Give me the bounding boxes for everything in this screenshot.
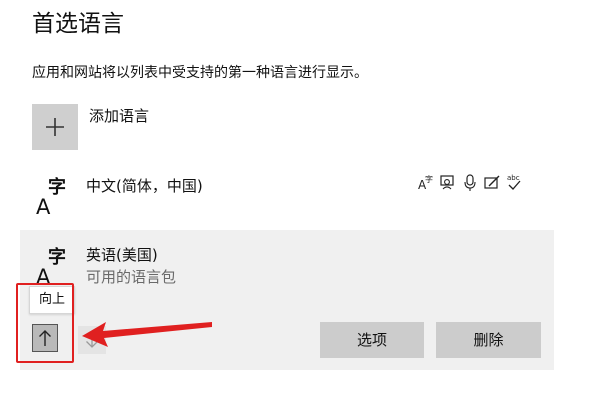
language-icon-a: A [36, 195, 51, 219]
language-icon-zi: 字 [48, 177, 66, 198]
add-language-button[interactable] [32, 104, 78, 150]
svg-text:字: 字 [425, 174, 433, 184]
language-icon-zi: 字 [48, 247, 66, 268]
display-language-icon: A 字 [418, 172, 434, 192]
language-settings-page: 首选语言 应用和网站将以列表中受支持的第一种语言进行显示。 添加语言 A 字 中… [0, 0, 600, 411]
handwriting-icon [484, 172, 500, 192]
language-icon: A 字 [36, 177, 72, 219]
language-features: A 字 abc [418, 172, 522, 192]
add-language-row[interactable]: 添加语言 [32, 104, 149, 150]
page-description: 应用和网站将以列表中受支持的第一种语言进行显示。 [32, 65, 368, 81]
language-name-chinese[interactable]: 中文(简体，中国) [86, 176, 203, 196]
language-pack-status: 可用的语言包 [86, 268, 177, 286]
remove-button[interactable]: 删除 [436, 322, 541, 358]
annotation-highlight-box [16, 283, 74, 363]
add-language-label: 添加语言 [89, 107, 150, 125]
spellcheck-icon: abc [506, 172, 522, 192]
text-to-speech-icon [440, 172, 456, 192]
svg-text:abc: abc [507, 174, 520, 182]
speech-recognition-icon [462, 172, 478, 192]
annotation-arrow-icon [82, 322, 212, 347]
language-icon: A 字 [36, 247, 72, 289]
language-name-english[interactable]: 英语(美国) [86, 245, 158, 265]
options-button[interactable]: 选项 [320, 322, 424, 358]
page-title: 首选语言 [32, 11, 124, 37]
plus-icon [46, 118, 64, 136]
